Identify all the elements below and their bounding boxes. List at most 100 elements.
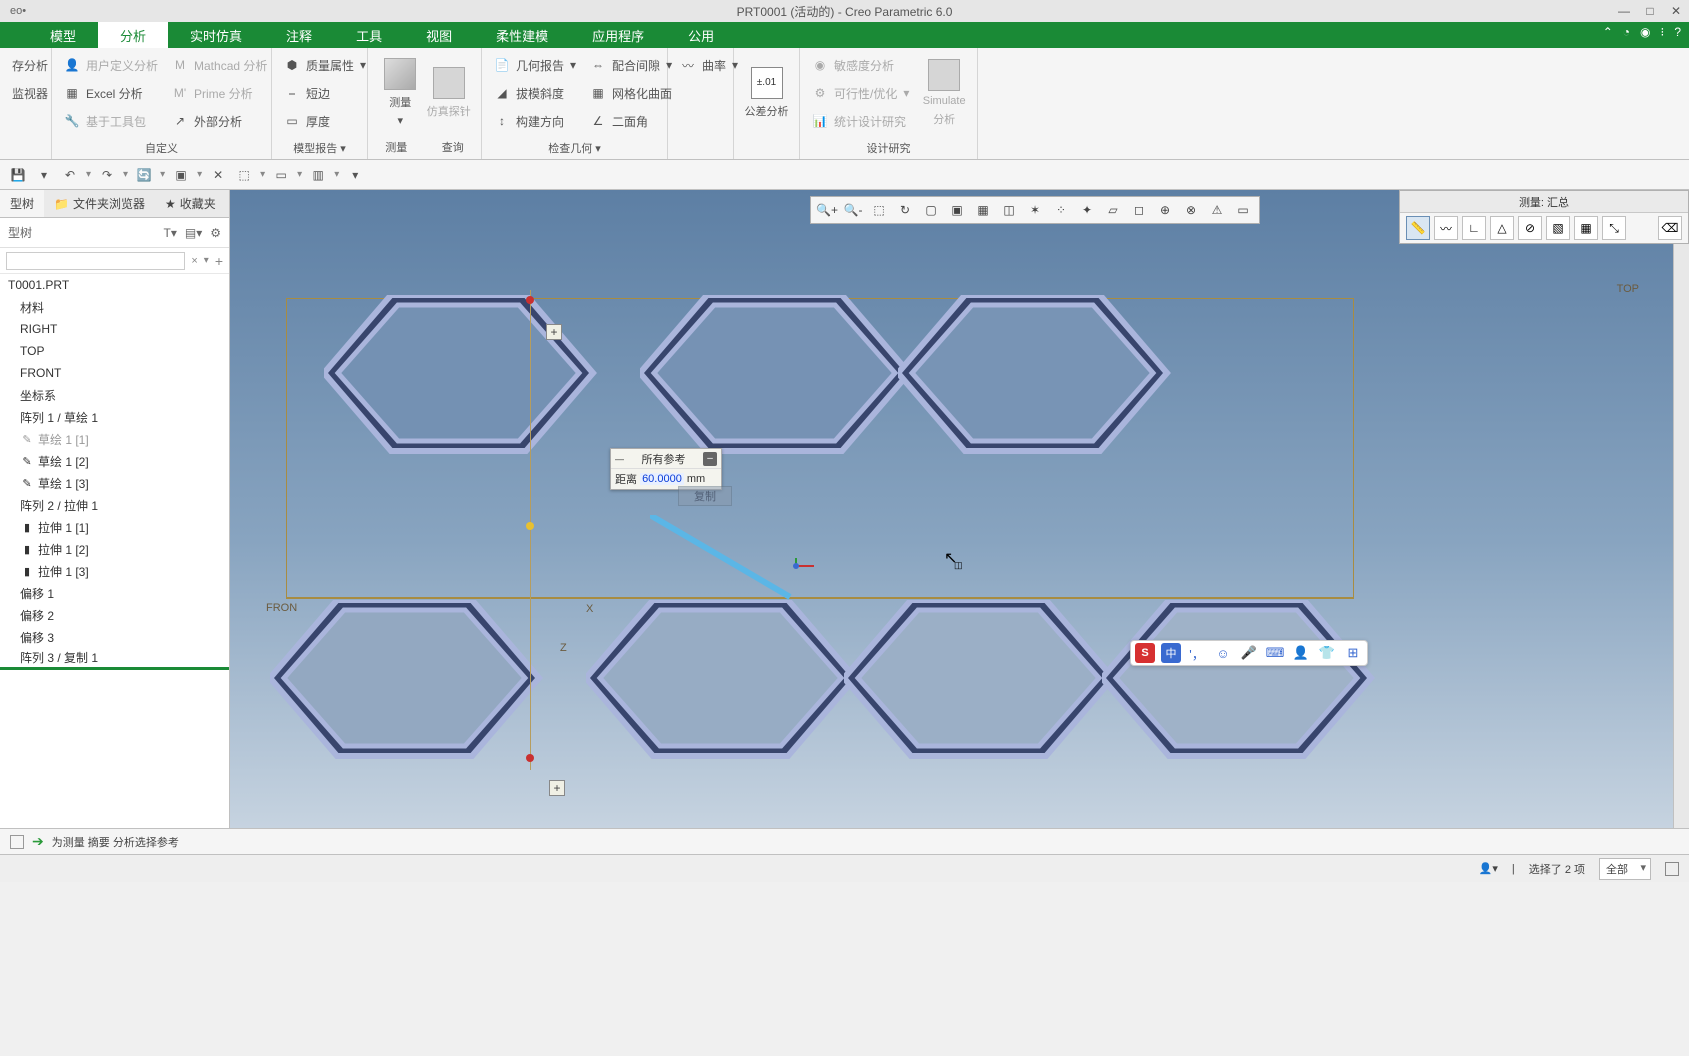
qat-more[interactable]: ▾ — [345, 165, 365, 185]
graphics-viewport[interactable]: 🔍+ 🔍- ⬚ ↻ ▢ ▣ ▦ ◫ ✶ ⁘ ✦ ▱ ◻ ⊕ ⊗ ⚠ ▭ — [230, 190, 1673, 828]
measure-summary-panel[interactable]: 测量: 汇总 📏 〰 ∟ △ ⊘ ▧ ▦ ⤡ ⌫ — [1399, 190, 1689, 244]
tolerance-button[interactable]: ±.01公差分析 — [742, 52, 791, 133]
measure-type-area[interactable]: ▧ — [1546, 216, 1570, 240]
measure-button[interactable]: 测量▾ — [376, 52, 425, 133]
status-checkbox[interactable] — [10, 835, 24, 849]
measure-type-angle[interactable]: ∟ — [1462, 216, 1486, 240]
tree-node-offset2[interactable]: 偏移 2 — [0, 604, 229, 626]
tab-folder-browser[interactable]: 📁文件夹浏览器 — [44, 190, 155, 217]
measure-type-volume[interactable]: ▦ — [1574, 216, 1598, 240]
snap-icon[interactable]: ⊗ — [1179, 199, 1203, 221]
tab-common[interactable]: 公用 — [666, 22, 736, 48]
tree-node-top[interactable]: TOP — [0, 340, 229, 362]
selection-filter-dropdown[interactable]: 全部 — [1599, 858, 1651, 880]
draft-angle-button[interactable]: ◢拔模斜度 — [490, 80, 580, 106]
tab-model-tree[interactable]: 型树 — [0, 190, 44, 217]
datum-csys-icon[interactable]: ✦ — [1075, 199, 1099, 221]
dihedral-button[interactable]: ∠二面角 — [586, 108, 676, 134]
ime-skin-icon[interactable]: 👕 — [1317, 643, 1337, 663]
ribbon-icon-1[interactable]: ◔ — [1623, 25, 1630, 39]
feasibility-button[interactable]: ⚙可行性/优化 ▾ — [808, 80, 913, 106]
measure-type-angle2[interactable]: △ — [1490, 216, 1514, 240]
tree-add-icon[interactable]: + — [215, 253, 223, 269]
ime-keyboard-icon[interactable]: ⌨ — [1265, 643, 1285, 663]
plus-box-bot[interactable]: + — [549, 780, 565, 796]
tab-file[interactable] — [0, 22, 28, 48]
tree-node-right[interactable]: RIGHT — [0, 318, 229, 340]
display-style-icon[interactable]: ▢ — [919, 199, 943, 221]
toolkit-button[interactable]: 🔧基于工具包 — [60, 108, 162, 134]
tree-tool-3[interactable]: ⚙ — [210, 226, 221, 240]
zoom-out-icon[interactable]: 🔍- — [841, 199, 865, 221]
mathcad-button[interactable]: MMathcad 分析 — [168, 52, 271, 78]
tree-node-extrude1-3[interactable]: ▮拉伸 1 [3] — [0, 560, 229, 582]
user-analysis-button[interactable]: 👤用户定义分析 — [60, 52, 162, 78]
clearance-button[interactable]: ⇔配合间隙 ▾ — [586, 52, 676, 78]
tab-view[interactable]: 视图 — [404, 22, 474, 48]
build-dir-button[interactable]: ↕构建方向 — [490, 108, 580, 134]
save-analysis-button[interactable]: 存分析 — [8, 52, 52, 78]
tree-search-dropdown[interactable]: ▾ — [204, 255, 209, 266]
tree-tool-1[interactable]: T▾ — [164, 226, 177, 240]
curvature-button[interactable]: 〰曲率 ▾ — [676, 52, 742, 78]
tab-app[interactable]: 应用程序 — [570, 22, 666, 48]
tree-node-sketch1-1[interactable]: ✎草绘 1 [1] — [0, 428, 229, 450]
excel-analysis-button[interactable]: ▦Excel 分析 — [60, 80, 162, 106]
measure-clear-button[interactable]: ⌫ — [1658, 216, 1682, 240]
measure-type-transform[interactable]: ⤡ — [1602, 216, 1626, 240]
plus-box-top[interactable]: + — [546, 324, 562, 340]
tree-node-pattern3[interactable]: 阵列 3 / 复制 1 — [0, 648, 229, 670]
close-button[interactable]: ✕ — [1663, 0, 1689, 22]
tree-node-sketch1-2[interactable]: ✎草绘 1 [2] — [0, 450, 229, 472]
simulate-button[interactable]: Simulate分析 — [919, 52, 969, 134]
refit-icon[interactable]: ⬚ — [867, 199, 891, 221]
measure-type-distance[interactable]: 📏 — [1406, 216, 1430, 240]
maximize-button[interactable]: □ — [1637, 0, 1663, 22]
tree-tool-2[interactable]: ▤▾ — [185, 226, 202, 240]
qat-dropdown[interactable]: ▾ — [34, 165, 54, 185]
sensitivity-button[interactable]: ◉敏感度分析 — [808, 52, 913, 78]
close-win-icon[interactable]: ✕ — [208, 165, 228, 185]
tab-realtime-sim[interactable]: 实时仿真 — [168, 22, 264, 48]
mass-props-button[interactable]: ⬢质量属性 ▾ — [280, 52, 370, 78]
windows-icon[interactable]: ▣ — [171, 165, 191, 185]
datum-point-icon[interactable]: ⁘ — [1049, 199, 1073, 221]
view-mgr-icon[interactable]: ▦ — [971, 199, 995, 221]
select-icon[interactable]: ⬚ — [234, 165, 254, 185]
ime-mic-icon[interactable]: 🎤 — [1239, 643, 1259, 663]
tab-model[interactable]: 模型 — [28, 22, 98, 48]
smart-select-icon[interactable]: 👤▾ — [1479, 862, 1498, 875]
thickness-button[interactable]: ▭厚度 — [280, 108, 370, 134]
tree-node-pattern2[interactable]: 阵列 2 / 拉伸 1 — [0, 494, 229, 516]
ribbon-settings-icon[interactable]: ⁝ — [1660, 25, 1664, 39]
redo-icon[interactable]: ↷ — [97, 165, 117, 185]
external-analysis-button[interactable]: ↗外部分析 — [168, 108, 271, 134]
mesh-surface-button[interactable]: ▦网格化曲面 — [586, 80, 676, 106]
tab-flex[interactable]: 柔性建模 — [474, 22, 570, 48]
tree-search-input[interactable] — [6, 252, 185, 270]
tree-node-offset3[interactable]: 偏移 3 — [0, 626, 229, 648]
right-dock[interactable]: 例 — [1673, 190, 1689, 828]
ribbon-help-icon[interactable]: ? — [1674, 25, 1681, 39]
minimize-button[interactable]: — — [1611, 0, 1637, 22]
tab-tools[interactable]: 工具 — [334, 22, 404, 48]
tab-annotate[interactable]: 注释 — [264, 22, 334, 48]
tree-node-front[interactable]: FRONT — [0, 362, 229, 384]
ribbon-icon-2[interactable]: ◉ — [1640, 25, 1650, 39]
datum-plane-icon[interactable]: ▱ — [1101, 199, 1125, 221]
tab-favorites[interactable]: ★收藏夹 — [155, 190, 226, 217]
ime-emoji-icon[interactable]: ☺ — [1213, 643, 1233, 663]
status-geom-icon[interactable] — [1665, 862, 1679, 876]
ime-lang-button[interactable]: 中 — [1161, 643, 1181, 663]
collapse-icon[interactable]: – — [703, 452, 717, 466]
distance-value[interactable]: 60.0000 — [640, 473, 684, 485]
spin-icon[interactable]: ↻ — [893, 199, 917, 221]
ime-tools-icon[interactable]: ⊞ — [1343, 643, 1363, 663]
saved-view-icon[interactable]: ▣ — [945, 199, 969, 221]
collapse-ribbon-icon[interactable]: ⌃ — [1603, 25, 1613, 39]
undo-icon[interactable]: ↶ — [60, 165, 80, 185]
short-edge-button[interactable]: ⎯短边 — [280, 80, 370, 106]
handle-mid[interactable] — [526, 522, 534, 530]
monitor-button[interactable]: 监视器 — [8, 80, 52, 106]
view-icon[interactable]: ▭ — [271, 165, 291, 185]
